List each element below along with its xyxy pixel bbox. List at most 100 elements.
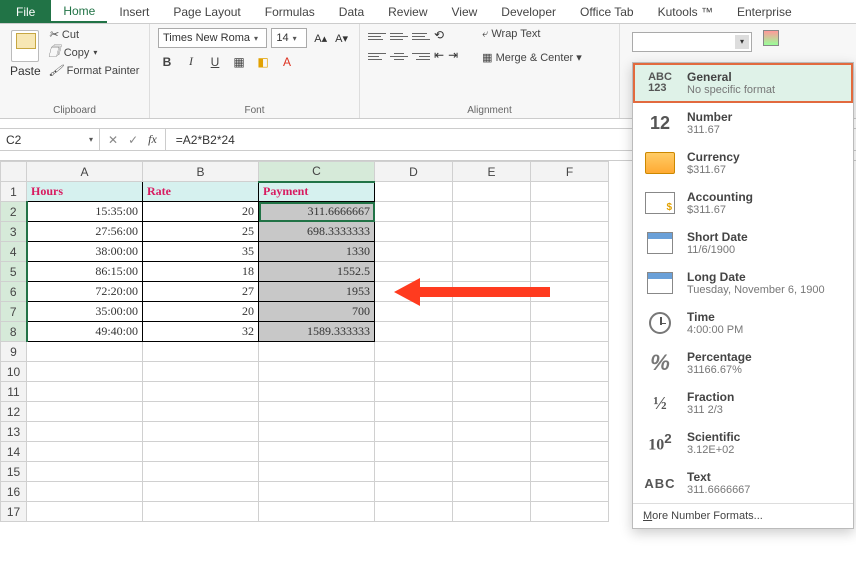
cell-A9[interactable]: [27, 342, 143, 362]
bold-button[interactable]: B: [158, 55, 176, 69]
merge-center-button[interactable]: ▦ Merge & Center ▾: [482, 51, 582, 64]
cell-A2[interactable]: 15:35:00: [27, 202, 143, 222]
cell-B10[interactable]: [143, 362, 259, 382]
increase-indent-button[interactable]: ⇥: [448, 48, 458, 64]
cell-E15[interactable]: [453, 462, 531, 482]
cell-C2[interactable]: 311.6666667: [259, 202, 375, 222]
cell-B2[interactable]: 20: [143, 202, 259, 222]
cell-B9[interactable]: [143, 342, 259, 362]
cell-A7[interactable]: 35:00:00: [27, 302, 143, 322]
cell-A6[interactable]: 72:20:00: [27, 282, 143, 302]
cell-D4[interactable]: [375, 242, 453, 262]
tab-insert[interactable]: Insert: [107, 0, 161, 23]
cell-C3[interactable]: 698.3333333: [259, 222, 375, 242]
cell-F14[interactable]: [531, 442, 609, 462]
number-format-currency[interactable]: Currency$311.67: [633, 143, 853, 183]
row-header-4[interactable]: 4: [1, 242, 27, 262]
cell-E16[interactable]: [453, 482, 531, 502]
cell-E6[interactable]: [453, 282, 531, 302]
cell-B14[interactable]: [143, 442, 259, 462]
row-header-1[interactable]: 1: [1, 182, 27, 202]
row-header-5[interactable]: 5: [1, 262, 27, 282]
number-format-combo[interactable]: ▾: [632, 32, 752, 52]
cell-E12[interactable]: [453, 402, 531, 422]
cell-A10[interactable]: [27, 362, 143, 382]
cell-F17[interactable]: [531, 502, 609, 522]
orientation-button[interactable]: ⟲: [434, 28, 444, 44]
cell-E3[interactable]: [453, 222, 531, 242]
align-bottom-button[interactable]: [412, 28, 430, 44]
cell-D1[interactable]: [375, 182, 453, 202]
align-middle-button[interactable]: [390, 28, 408, 44]
cell-F7[interactable]: [531, 302, 609, 322]
align-center-button[interactable]: [390, 48, 408, 64]
tab-review[interactable]: Review: [376, 0, 439, 23]
cell-D7[interactable]: [375, 302, 453, 322]
tab-page-layout[interactable]: Page Layout: [161, 0, 252, 23]
paste-button[interactable]: Paste: [8, 28, 43, 80]
font-size-combo[interactable]: 14▾: [271, 28, 307, 48]
cell-C6[interactable]: 1953: [259, 282, 375, 302]
cell-E4[interactable]: [453, 242, 531, 262]
row-header-12[interactable]: 12: [1, 402, 27, 422]
italic-button[interactable]: I: [182, 54, 200, 69]
cell-C7[interactable]: 700: [259, 302, 375, 322]
cell-C1[interactable]: Payment: [259, 182, 375, 202]
cell-F4[interactable]: [531, 242, 609, 262]
border-button[interactable]: ▦: [230, 55, 248, 69]
cell-E14[interactable]: [453, 442, 531, 462]
number-format-number[interactable]: 12Number311.67: [633, 103, 853, 143]
cell-B17[interactable]: [143, 502, 259, 522]
number-format-longdate[interactable]: Long DateTuesday, November 6, 1900: [633, 263, 853, 303]
select-all-corner[interactable]: [1, 162, 27, 182]
cell-F5[interactable]: [531, 262, 609, 282]
column-header-F[interactable]: F: [531, 162, 609, 182]
cell-C13[interactable]: [259, 422, 375, 442]
cell-D11[interactable]: [375, 382, 453, 402]
cell-C9[interactable]: [259, 342, 375, 362]
cell-B4[interactable]: 35: [143, 242, 259, 262]
row-header-16[interactable]: 16: [1, 482, 27, 502]
cell-F12[interactable]: [531, 402, 609, 422]
row-header-9[interactable]: 9: [1, 342, 27, 362]
cell-F9[interactable]: [531, 342, 609, 362]
row-header-14[interactable]: 14: [1, 442, 27, 462]
align-top-button[interactable]: [368, 28, 386, 44]
tab-home[interactable]: Home: [51, 0, 107, 23]
underline-button[interactable]: U: [206, 55, 224, 69]
cell-D14[interactable]: [375, 442, 453, 462]
number-format-percentage[interactable]: %Percentage31166.67%: [633, 343, 853, 383]
tab-office-tab[interactable]: Office Tab: [568, 0, 646, 23]
cell-A17[interactable]: [27, 502, 143, 522]
cell-D12[interactable]: [375, 402, 453, 422]
column-header-A[interactable]: A: [27, 162, 143, 182]
cell-E17[interactable]: [453, 502, 531, 522]
number-format-general[interactable]: ABC123GeneralNo specific format: [633, 63, 853, 103]
fx-icon[interactable]: fx: [148, 132, 157, 147]
cell-A15[interactable]: [27, 462, 143, 482]
cell-F1[interactable]: [531, 182, 609, 202]
cell-C8[interactable]: 1589.333333: [259, 322, 375, 342]
cell-D17[interactable]: [375, 502, 453, 522]
cell-F2[interactable]: [531, 202, 609, 222]
align-right-button[interactable]: [412, 48, 430, 64]
row-header-7[interactable]: 7: [1, 302, 27, 322]
cell-D15[interactable]: [375, 462, 453, 482]
column-header-C[interactable]: C: [259, 162, 375, 182]
cell-F11[interactable]: [531, 382, 609, 402]
cell-F8[interactable]: [531, 322, 609, 342]
cell-E10[interactable]: [453, 362, 531, 382]
cell-B16[interactable]: [143, 482, 259, 502]
font-name-combo[interactable]: Times New Roma▾: [158, 28, 267, 48]
cell-D5[interactable]: [375, 262, 453, 282]
cell-E13[interactable]: [453, 422, 531, 442]
cell-A12[interactable]: [27, 402, 143, 422]
tab-view[interactable]: View: [440, 0, 490, 23]
cell-C11[interactable]: [259, 382, 375, 402]
cell-F10[interactable]: [531, 362, 609, 382]
column-header-B[interactable]: B: [143, 162, 259, 182]
row-header-10[interactable]: 10: [1, 362, 27, 382]
cell-D10[interactable]: [375, 362, 453, 382]
cell-E1[interactable]: [453, 182, 531, 202]
number-format-text[interactable]: ABCText311.6666667: [633, 463, 853, 503]
